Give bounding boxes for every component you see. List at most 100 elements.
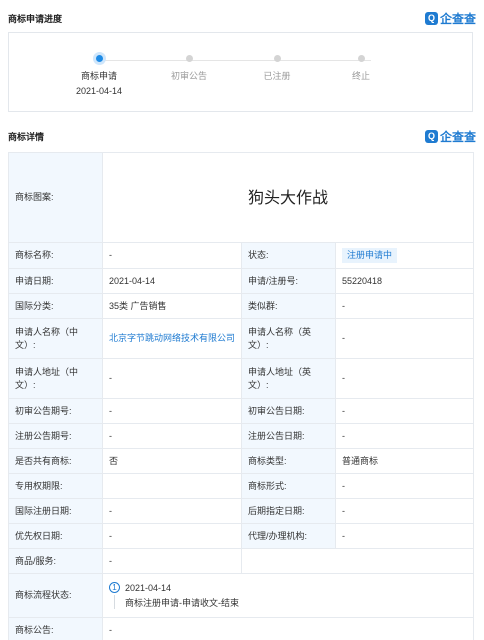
progress-step-date: 2021-04-14 [75,86,123,96]
applicant-name-en-value: - [334,318,475,359]
trademark-detail-table: 商标图案: 狗头大作战 商标名称: - 状态: 注册申请中 申请日期: 2021… [8,152,475,640]
trademark-name-value: - [102,242,242,269]
trademark-form-value: - [334,473,475,499]
image-label: 商标图案: [8,152,103,243]
field-label: 申请人名称（中文）: [8,318,103,359]
flow-timeline-line [114,595,115,609]
reg-notice-date-value: - [334,423,475,449]
intl-reg-date-value: - [102,498,242,524]
similar-group-value: - [334,293,475,319]
field-label: 优先权日期: [8,523,103,549]
field-label: 商标名称: [8,242,103,269]
progress-dot [273,55,281,62]
table-row: 是否共有商标: 否 商标类型: 普通商标 [8,448,475,474]
applicant-address-en-value: - [334,358,475,399]
trademark-image: 狗头大作战 [101,152,475,243]
field-label: 商标公告: [8,617,103,640]
progress-dot [357,55,365,62]
detail-section-header: 商标详情 Q 企查查 [8,126,476,146]
prelim-notice-date-value: - [334,398,475,424]
reg-number-value: 55220418 [334,268,475,294]
field-label: 申请/注册号: [241,268,336,294]
field-label: 代理/办理机构: [241,523,336,549]
table-row: 申请日期: 2021-04-14 申请/注册号: 55220418 [8,268,475,294]
table-row: 初审公告期号: - 初审公告日期: - [8,398,475,424]
applicant-name-cell: 北京字节跳动网络技术有限公司 [102,318,242,359]
apply-date-value: 2021-04-14 [102,268,242,294]
progress-step-registered: 已注册 [237,55,317,82]
qichacha-logo[interactable]: Q 企查查 [424,10,476,27]
applicant-address-value: - [102,358,242,399]
table-row: 注册公告期号: - 注册公告日期: - [8,423,475,449]
qichacha-logo-text: 企查查 [439,129,476,144]
intl-class-value: 35类 广告销售 [102,293,242,319]
field-label: 申请日期: [8,268,103,294]
progress-step-label: 商标申请 [80,71,117,81]
progress-step-prelim: 初审公告 [149,55,229,82]
progress-step-label: 初审公告 [170,71,207,81]
trademark-type-value: 普通商标 [334,448,475,474]
flow-timeline: 1 2021-04-14 商标注册申请-申请收文-结束 [109,582,467,609]
field-label: 后期指定日期: [241,498,336,524]
field-label: 初审公告日期: [241,398,336,424]
agency-value: - [334,523,475,549]
field-label: 商品/服务: [8,548,103,574]
table-row: 申请人地址（中文）: - 申请人地址（英文）: - [8,358,475,399]
progress-section-header: 商标申请进度 Q 企查查 [8,8,476,28]
goods-services-value: - [102,548,242,574]
table-row: 申请人名称（中文）: 北京字节跳动网络技术有限公司 申请人名称（英文）: - [8,318,475,359]
table-row: 国际分类: 35类 广告销售 类似群: - [8,293,475,319]
field-label: 注册公告期号: [8,423,103,449]
field-label: 类似群: [241,293,336,319]
flow-date: 2021-04-14 [125,583,172,593]
field-label: 初审公告期号: [8,398,103,424]
exclusive-period-value [102,473,242,499]
table-row: 商标名称: - 状态: 注册申请中 [8,242,475,269]
progress-dot [185,55,193,62]
field-label: 申请人名称（英文）: [241,318,336,359]
progress-step-label: 终止 [351,71,370,81]
qichacha-logo-text: 企查查 [439,11,476,26]
progress-step-apply: 商标申请 2021-04-14 [59,55,139,96]
field-label: 商标类型: [241,448,336,474]
shared-trademark-value: 否 [102,448,242,474]
progress-section-title: 商标申请进度 [8,13,63,24]
field-label: 申请人地址（中文）: [8,358,103,399]
progress-panel: 商标申请 2021-04-14 初审公告 已注册 终止 [8,32,473,112]
field-label: 注册公告日期: [241,423,336,449]
progress-step-terminated: 终止 [321,55,401,82]
flow-step-number-icon: 1 [109,582,120,593]
empty-cell [240,548,475,574]
field-label: 商标流程状态: [8,573,103,618]
field-label: 申请人地址（英文）: [241,358,336,399]
applicant-name-link[interactable]: 北京字节跳动网络技术有限公司 [109,333,235,343]
progress-dot-active [95,55,103,62]
table-row: 国际注册日期: - 后期指定日期: - [8,498,475,524]
later-designation-date-value: - [334,498,475,524]
status-cell: 注册申请中 [334,242,475,269]
prelim-notice-no-value: - [102,398,242,424]
qichacha-logo-icon: Q [424,129,438,143]
flow-description: 商标注册申请-申请收文-结束 [125,598,239,608]
field-label: 国际注册日期: [8,498,103,524]
detail-section-title: 商标详情 [8,131,45,142]
field-label: 状态: [241,242,336,269]
qichacha-logo-icon: Q [424,11,438,25]
table-row: 商标流程状态: 1 2021-04-14 商标注册申请-申请收文-结束 [8,573,475,618]
trademark-image-text: 狗头大作战 [248,188,329,207]
field-label: 专用权期限: [8,473,103,499]
field-label: 是否共有商标: [8,448,103,474]
trademark-notice-value: - [101,617,475,640]
qichacha-logo[interactable]: Q 企查查 [424,128,476,145]
table-row: 商标图案: 狗头大作战 [8,152,475,243]
field-label: 商标形式: [241,473,336,499]
table-row: 商品/服务: - [8,548,475,574]
flow-status-cell: 1 2021-04-14 商标注册申请-申请收文-结束 [101,573,475,618]
priority-date-value: - [102,523,242,549]
table-row: 专用权期限: 商标形式: - [8,473,475,499]
reg-notice-no-value: - [102,423,242,449]
status-badge: 注册申请中 [342,248,398,263]
table-row: 优先权日期: - 代理/办理机构: - [8,523,475,549]
progress-step-label: 已注册 [263,71,291,81]
field-label: 国际分类: [8,293,103,319]
